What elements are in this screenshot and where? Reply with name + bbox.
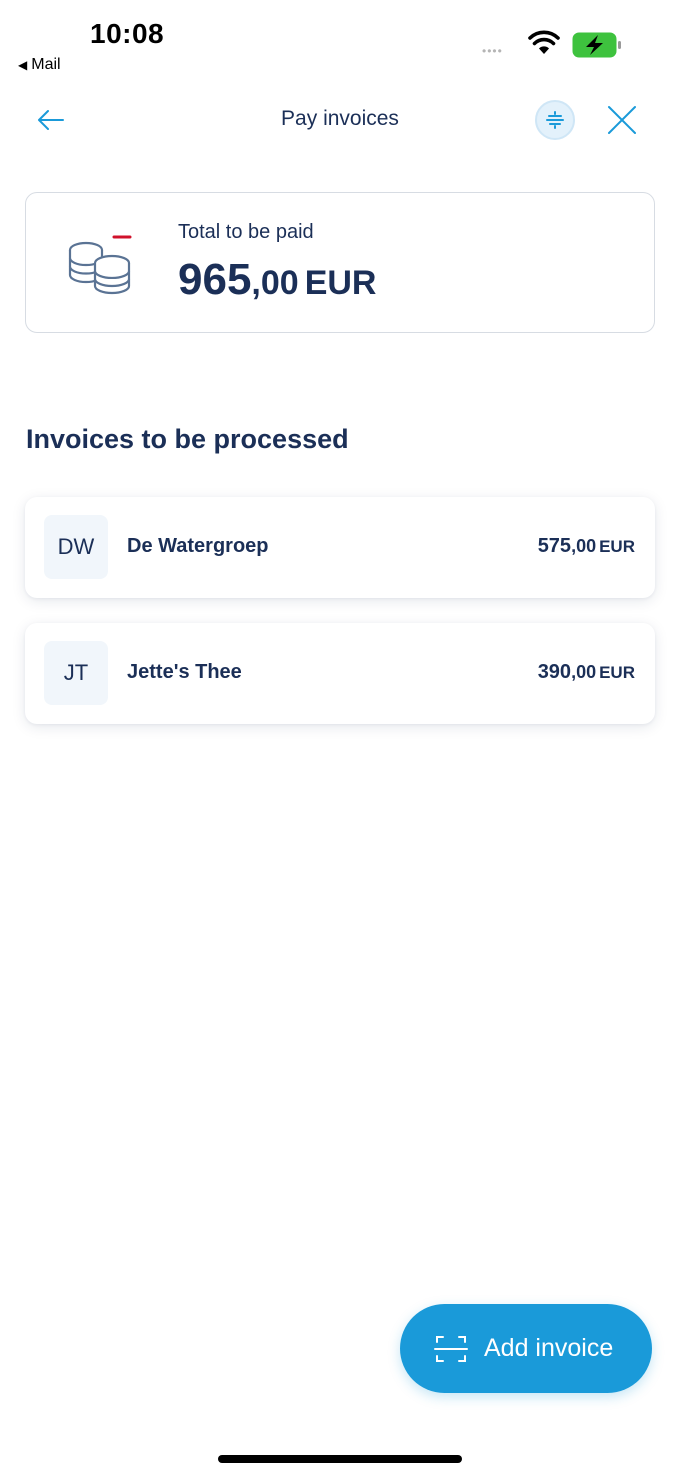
invoice-amount-int: 390	[537, 661, 572, 683]
invoice-amount: 575,00 EUR	[538, 535, 635, 558]
invoice-amount-dec: ,00	[571, 662, 597, 682]
invoice-amount: 390,00 EUR	[538, 661, 635, 684]
home-indicator[interactable]	[218, 1455, 462, 1463]
back-triangle-icon: ◀	[18, 58, 28, 72]
section-title: Invoices to be processed	[26, 424, 349, 454]
avatar: DW	[44, 515, 108, 579]
invoice-row-jettes-thee[interactable]: JT Jette's Thee 390,00 EUR	[25, 623, 655, 724]
close-icon[interactable]	[604, 102, 640, 138]
total-card: Total to be paid 965,00 EUR	[25, 192, 655, 333]
nav-bar: Pay invoices	[0, 90, 680, 150]
invoice-name: De Watergroep	[127, 535, 269, 557]
total-amount-dec: ,00	[251, 264, 299, 302]
total-amount-int: 965	[178, 255, 252, 304]
add-invoice-button[interactable]: Add invoice	[400, 1304, 652, 1393]
back-app-label: Mail	[31, 56, 61, 73]
status-bar: 10:08 ◀ Mail ••••	[0, 0, 680, 80]
add-invoice-label: Add invoice	[484, 1334, 614, 1362]
battery-charging-icon	[572, 32, 621, 58]
invoice-currency: EUR	[599, 537, 635, 556]
signal-icon: ••••	[482, 44, 503, 58]
avatar: JT	[44, 641, 108, 705]
total-label: Total to be paid	[178, 221, 314, 243]
total-currency: EUR	[304, 264, 377, 302]
coins-minus-icon	[68, 235, 132, 295]
wifi-icon	[528, 30, 560, 54]
invoice-name: Jette's Thee	[127, 661, 242, 683]
filter-button[interactable]	[535, 100, 575, 140]
scan-icon	[434, 1335, 468, 1362]
invoice-amount-dec: ,00	[571, 536, 597, 556]
status-time: 10:08	[90, 18, 165, 49]
invoice-amount-int: 575	[537, 535, 572, 557]
invoice-row-de-watergroep[interactable]: DW De Watergroep 575,00 EUR	[25, 497, 655, 598]
back-to-app-link[interactable]: ◀ Mail	[18, 56, 61, 74]
filter-icon	[546, 111, 564, 129]
invoice-currency: EUR	[599, 663, 635, 682]
total-amount: 965,00 EUR	[178, 255, 376, 305]
page-title: Pay invoices	[281, 107, 399, 130]
